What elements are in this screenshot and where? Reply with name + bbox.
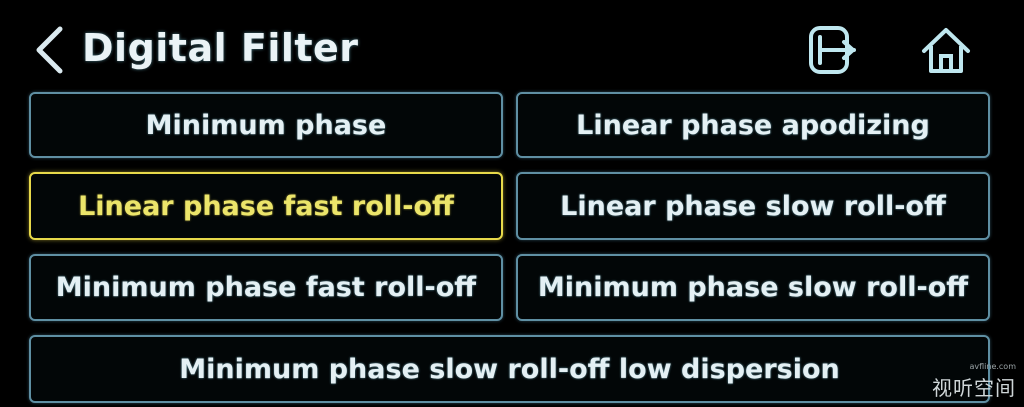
filter-option-minimum-phase-fast-roll-off[interactable]: Minimum phase fast roll-off — [29, 254, 503, 321]
watermark-name: 视听空间 — [932, 376, 1016, 400]
filter-option-linear-phase-apodizing[interactable]: Linear phase apodizing — [516, 92, 990, 158]
filter-option-minimum-phase-slow-roll-off[interactable]: Minimum phase slow roll-off — [516, 254, 990, 321]
filter-option-minimum-phase[interactable]: Minimum phase — [29, 92, 503, 158]
filter-option-linear-phase-slow-roll-off[interactable]: Linear phase slow roll-off — [516, 172, 990, 240]
filter-option-linear-phase-fast-roll-off[interactable]: Linear phase fast roll-off — [29, 172, 503, 240]
filter-options: Minimum phase Linear phase apodizing Lin… — [0, 0, 1024, 407]
filter-option-minimum-phase-slow-roll-off-low-dispersion[interactable]: Minimum phase slow roll-off low dispersi… — [29, 335, 990, 403]
watermark-site: avfline.com — [969, 362, 1016, 371]
watermark: avfline.com 视听空间 — [932, 362, 1016, 401]
